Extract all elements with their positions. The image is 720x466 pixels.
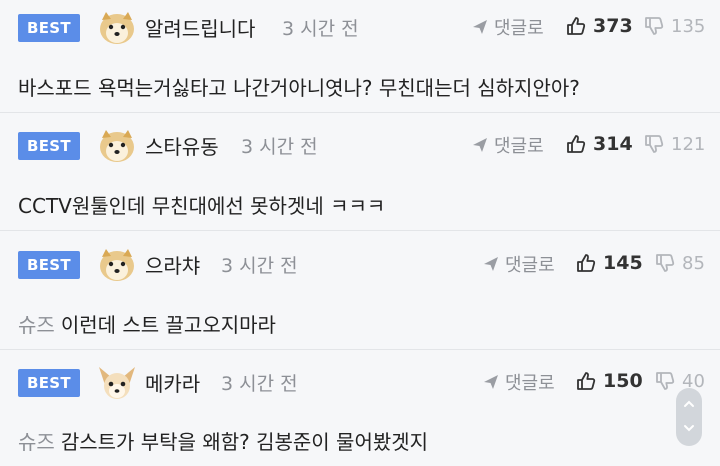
comment-text: 바스포드 욕먹는거싫타고 나간거아니엿나? 무친대는더 심하지안아?	[18, 72, 580, 101]
chihuahua-avatar-icon[interactable]	[97, 365, 137, 401]
downvote-button[interactable]: 85	[654, 249, 705, 277]
comment-prefix: 슈즈	[18, 313, 55, 337]
upvote-count: 373	[593, 15, 633, 37]
best-badge: BEST	[18, 132, 80, 160]
timestamp: 3 시간 전	[221, 255, 298, 277]
comment-text: CCTV원툴인데 무친대에선 못하겟네 ㅋㅋㅋ	[18, 190, 385, 219]
paper-plane-icon	[484, 257, 498, 271]
paper-plane-icon	[484, 375, 498, 389]
comment-item: BEST 으라챠 3 시간 전 댓글로 145 85 슈즈 이런데 스트 끌고오…	[0, 237, 720, 349]
timestamp: 3 시간 전	[282, 18, 359, 40]
reply-label: 댓글로	[494, 18, 544, 39]
upvote-count: 314	[593, 133, 633, 155]
thumbs-down-icon	[656, 372, 675, 390]
reply-button[interactable]: 댓글로	[471, 131, 544, 159]
comment-text: 슈즈 이런데 스트 끌고오지마라	[18, 309, 276, 338]
upvote-button[interactable]: 314	[565, 130, 633, 158]
paper-plane-icon	[473, 20, 487, 34]
nickname[interactable]: 알려드립니다	[145, 13, 255, 42]
comment-body: 감스트가 부탁을 왜함? 김봉준이 물어봤겟지	[60, 430, 429, 454]
upvote-count: 150	[603, 370, 643, 392]
shiba-dog-avatar-icon[interactable]	[97, 10, 137, 46]
reply-button[interactable]: 댓글로	[471, 13, 544, 41]
comment-item: BEST 스타유동 3 시간 전 댓글로 314 121 CCTV원툴인데 무친…	[0, 118, 720, 230]
chevron-down-icon[interactable]	[683, 422, 695, 434]
thumbs-up-icon	[577, 372, 596, 390]
best-badge: BEST	[18, 14, 80, 42]
best-badge: BEST	[18, 251, 80, 279]
comment-body: 이런데 스트 끌고오지마라	[60, 313, 276, 337]
divider	[0, 230, 720, 231]
comment-body: 바스포드 욕먹는거싫타고 나간거아니엿나? 무친대는더 심하지안아?	[18, 76, 580, 100]
reply-button[interactable]: 댓글로	[482, 368, 555, 396]
thumbs-up-icon	[567, 17, 586, 35]
nickname[interactable]: 메카라	[145, 368, 200, 397]
downvote-count: 85	[682, 252, 705, 274]
downvote-button[interactable]: 135	[643, 12, 705, 40]
thumbs-up-icon	[577, 254, 596, 272]
thumbs-down-icon	[645, 17, 664, 35]
upvote-button[interactable]: 373	[565, 12, 633, 40]
reply-label: 댓글로	[494, 136, 544, 157]
nickname[interactable]: 스타유동	[145, 131, 219, 160]
upvote-button[interactable]: 150	[575, 367, 643, 395]
reply-button[interactable]: 댓글로	[482, 250, 555, 278]
downvote-count: 121	[671, 133, 706, 155]
divider	[0, 349, 720, 350]
thumbs-up-icon	[567, 135, 586, 153]
timestamp: 3 시간 전	[221, 373, 298, 395]
comment-prefix: 슈즈	[18, 430, 55, 454]
paper-plane-icon	[473, 138, 487, 152]
chevron-up-icon[interactable]	[683, 398, 695, 410]
reply-label: 댓글로	[505, 255, 555, 276]
timestamp: 3 시간 전	[241, 136, 318, 158]
nickname[interactable]: 으라챠	[145, 250, 200, 279]
comment-body: CCTV원툴인데 무친대에선 못하겟네 ㅋㅋㅋ	[18, 194, 386, 218]
upvote-button[interactable]: 145	[575, 249, 643, 277]
divider	[0, 112, 720, 113]
reply-label: 댓글로	[505, 373, 555, 394]
shiba-dog-avatar-icon[interactable]	[97, 128, 137, 164]
upvote-count: 145	[603, 252, 643, 274]
thumbs-down-icon	[656, 254, 675, 272]
downvote-button[interactable]: 121	[643, 130, 705, 158]
best-badge: BEST	[18, 369, 80, 397]
comment-item: BEST 알려드립니다 3 시간 전 댓글로 373 135 바스포드 욕먹는거…	[0, 0, 720, 112]
comment-item: BEST 메카라 3 시간 전 댓글로 150 40 슈즈 감스트가 부탁을 왜…	[0, 355, 720, 466]
scroll-up-down-icon[interactable]	[676, 388, 702, 446]
shiba-dog-avatar-icon[interactable]	[97, 247, 137, 283]
thumbs-down-icon	[645, 135, 664, 153]
comment-text: 슈즈 감스트가 부탁을 왜함? 김봉준이 물어봤겟지	[18, 426, 428, 455]
downvote-count: 135	[671, 15, 706, 37]
